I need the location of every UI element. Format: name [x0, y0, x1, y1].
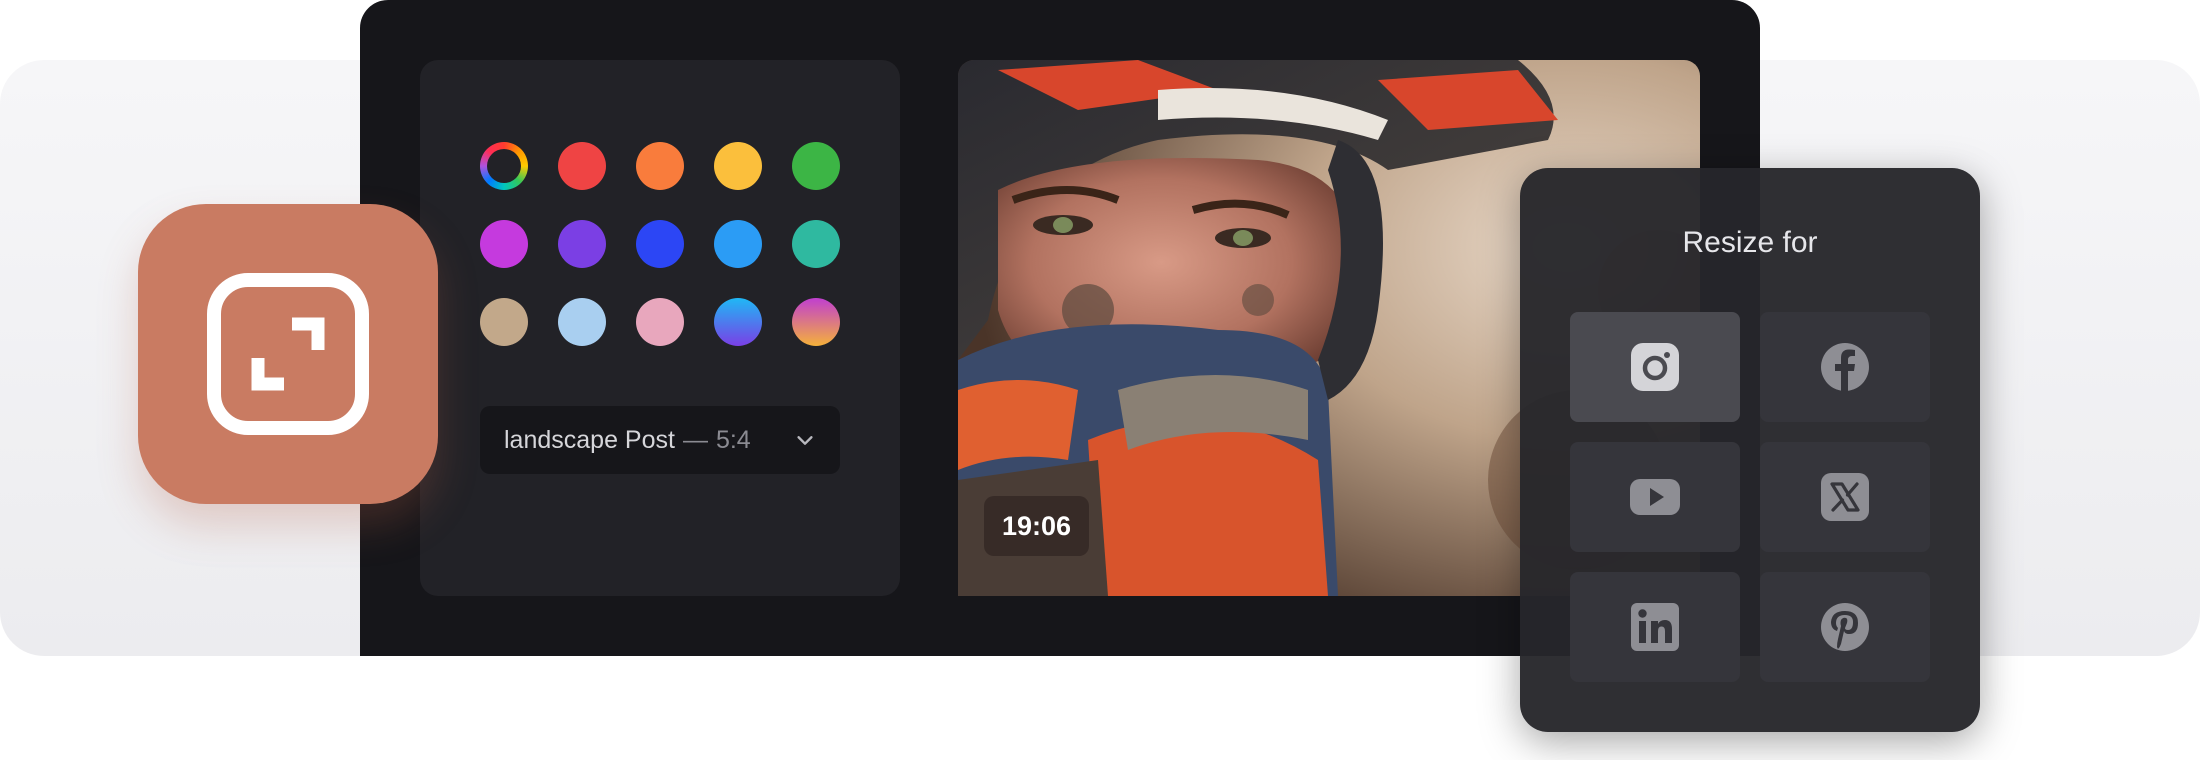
format-separator: —: [682, 425, 708, 454]
resize-panel: Resize for: [1520, 168, 1980, 732]
social-platform-grid: [1570, 312, 1930, 682]
resize-pinterest-button[interactable]: [1760, 572, 1930, 682]
swatch-magenta[interactable]: [480, 220, 528, 268]
swatch-light-blue[interactable]: [558, 298, 606, 346]
facebook-icon: [1821, 343, 1869, 391]
resize-linkedin-button[interactable]: [1570, 572, 1740, 682]
swatch-custom-color-wheel[interactable]: [480, 142, 528, 190]
instagram-icon: [1631, 343, 1679, 391]
swatch-green[interactable]: [792, 142, 840, 190]
swatch-pink[interactable]: [636, 298, 684, 346]
swatch-red[interactable]: [558, 142, 606, 190]
format-ratio: 5:4: [715, 425, 751, 454]
resize-x-button[interactable]: [1760, 442, 1930, 552]
resize-icon: [207, 273, 369, 435]
swatch-blue[interactable]: [636, 220, 684, 268]
swatch-beige[interactable]: [480, 298, 528, 346]
resize-facebook-button[interactable]: [1760, 312, 1930, 422]
resize-instagram-button[interactable]: [1570, 312, 1740, 422]
format-select[interactable]: landscape Post — 5:4: [480, 406, 840, 474]
pinterest-icon: [1821, 603, 1869, 651]
swatch-teal[interactable]: [792, 220, 840, 268]
linkedin-icon: [1631, 603, 1679, 651]
chevron-down-icon: [797, 436, 813, 445]
color-swatches: [480, 142, 840, 346]
video-timestamp: 19:06: [984, 496, 1090, 556]
resize-youtube-button[interactable]: [1570, 442, 1740, 552]
swatch-sky-blue[interactable]: [714, 220, 762, 268]
swatch-purple[interactable]: [558, 220, 606, 268]
swatch-orange[interactable]: [636, 142, 684, 190]
swatch-blue-purple-gradient[interactable]: [714, 298, 762, 346]
swatch-yellow[interactable]: [714, 142, 762, 190]
format-name: landscape Post: [504, 425, 675, 454]
x-icon: [1821, 473, 1869, 521]
resize-title: Resize for: [1682, 226, 1818, 259]
swatch-pink-orange-gradient[interactable]: [792, 298, 840, 346]
app-icon: [138, 204, 438, 504]
youtube-icon: [1630, 479, 1680, 515]
